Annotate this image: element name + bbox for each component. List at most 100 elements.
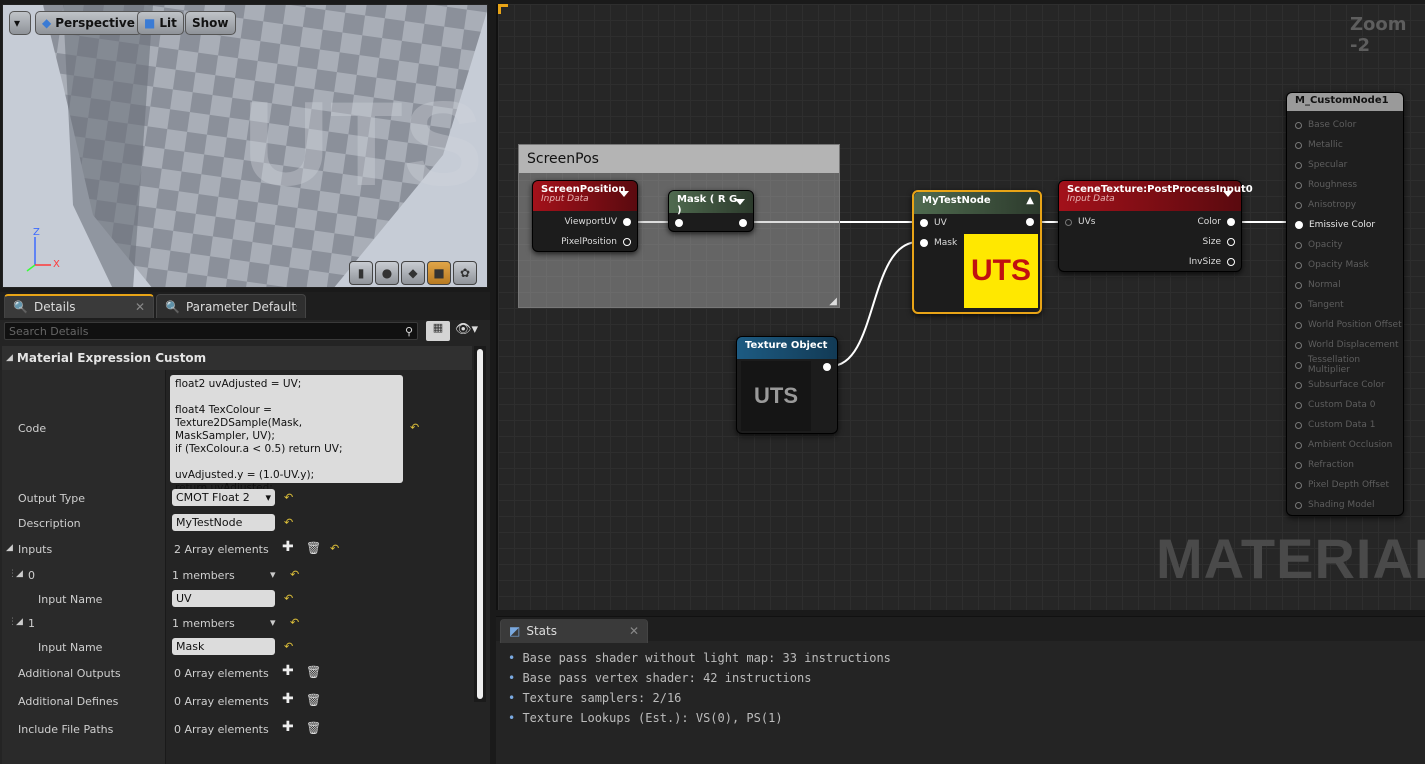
result-pin-row[interactable]: Subsurface Color <box>1295 375 1403 395</box>
result-pin-row[interactable]: Shading Model <box>1295 495 1403 515</box>
trash-icon[interactable]: 🗑 <box>306 665 321 679</box>
collapse-icon[interactable]: ◢ <box>6 543 13 553</box>
reset-icon[interactable]: ↶ <box>284 516 293 529</box>
input-pin[interactable] <box>1295 141 1302 149</box>
show-button[interactable]: Show <box>185 11 236 35</box>
result-pin-row[interactable]: Opacity Mask <box>1295 255 1403 275</box>
perspective-button[interactable]: ◆ Perspective <box>35 11 142 35</box>
my-test-node[interactable]: MyTestNode ▲ UV Mask UTS <box>912 190 1042 314</box>
input-pin[interactable] <box>1295 181 1302 189</box>
output-pin[interactable] <box>823 363 831 371</box>
result-pin-row[interactable]: Specular <box>1295 155 1403 175</box>
chevron-down-icon[interactable]: ▾ <box>270 616 276 629</box>
input-name-field[interactable]: Mask <box>172 638 275 655</box>
output-type-dropdown[interactable]: CMOT Float 2 ▾ <box>172 489 275 506</box>
input-pin[interactable] <box>1295 361 1302 369</box>
collapse-icon[interactable]: ◢ <box>16 569 23 579</box>
output-pin[interactable] <box>739 219 747 227</box>
chevron-down-icon[interactable]: ▾ <box>270 568 276 581</box>
collapse-arrow-icon[interactable] <box>619 191 629 197</box>
input-pin[interactable] <box>675 219 683 227</box>
cube-preview-button[interactable]: ■ <box>427 261 451 285</box>
screen-position-node[interactable]: ScreenPosition Input Data ViewportUV Pix… <box>532 180 638 252</box>
input-pin[interactable] <box>1295 241 1302 249</box>
material-result-node[interactable]: M_CustomNode1 Base Color Metallic Specular… <box>1286 92 1404 516</box>
add-element-icon[interactable]: ✚ <box>282 719 294 735</box>
reset-icon[interactable]: ↶ <box>290 616 299 629</box>
texture-object-node[interactable]: Texture Object UTS <box>736 336 838 434</box>
input-pin[interactable] <box>1295 161 1302 169</box>
add-element-icon[interactable]: ✚ <box>282 663 294 679</box>
result-pin-row[interactable]: World Displacement <box>1295 335 1403 355</box>
input-pin[interactable] <box>1295 501 1302 509</box>
viewport-menu-button[interactable]: ▾ <box>9 11 31 35</box>
output-pin[interactable] <box>1026 218 1034 226</box>
output-pin[interactable] <box>1227 238 1235 246</box>
code-field[interactable]: float2 uvAdjusted = UV; float4 TexColour… <box>170 375 403 494</box>
reset-icon[interactable]: ↶ <box>290 568 299 581</box>
tab-details[interactable]: 🔍 Details ✕ <box>4 294 154 318</box>
input-pin[interactable] <box>1295 121 1302 129</box>
plane-preview-button[interactable]: ◆ <box>401 261 425 285</box>
result-pin-row[interactable]: Custom Data 1 <box>1295 415 1403 435</box>
view-options-button[interactable]: 👁▾ <box>455 322 478 337</box>
mask-node[interactable]: Mask ( R G ) <box>668 190 754 232</box>
cylinder-preview-button[interactable]: ▮ <box>349 261 373 285</box>
collapse-arrow-icon[interactable]: ▲ <box>1026 195 1034 206</box>
input-name-field[interactable]: UV <box>172 590 275 607</box>
collapse-icon[interactable]: ◢ <box>16 617 23 627</box>
result-pin-row[interactable]: World Position Offset <box>1295 315 1403 335</box>
sphere-preview-button[interactable]: ● <box>375 261 399 285</box>
input-pin[interactable] <box>1295 401 1302 409</box>
scene-texture-node[interactable]: SceneTexture:PostProcessInput0 Input Dat… <box>1058 180 1253 272</box>
viewport[interactable]: UTS ▾ ◆ Perspective ■ Lit Show Z X ▮ ● ◆ ■… <box>2 4 488 288</box>
input-pin[interactable] <box>1295 321 1302 329</box>
result-pin-row[interactable]: Metallic <box>1295 135 1403 155</box>
result-pin-row[interactable]: Opacity <box>1295 235 1403 255</box>
search-input[interactable]: Search Details ⚲ <box>4 322 418 340</box>
resize-handle-icon[interactable]: ◢ <box>829 296 837 307</box>
reset-icon[interactable]: ↶ <box>284 592 293 605</box>
input-pin[interactable] <box>1295 261 1302 269</box>
input-pin[interactable] <box>1295 421 1302 429</box>
reset-icon[interactable]: ↶ <box>410 421 419 434</box>
output-pin[interactable] <box>623 218 631 226</box>
output-pin[interactable] <box>1227 218 1235 226</box>
output-pin[interactable] <box>1227 258 1235 266</box>
tab-parameter-defaults[interactable]: 🔍 Parameter Defaults <box>156 294 306 318</box>
input-pin[interactable] <box>1295 341 1302 349</box>
section-header[interactable]: ◢ Material Expression Custom <box>2 346 472 370</box>
material-graph[interactable]: Zoom -2 MATERIAL ScreenPos ◢ ScreenPosit… <box>496 4 1425 610</box>
trash-icon[interactable]: 🗑 <box>306 721 321 735</box>
reset-icon[interactable]: ↶ <box>330 542 339 555</box>
input-pin[interactable] <box>1295 441 1302 449</box>
reset-icon[interactable]: ↶ <box>284 491 293 504</box>
add-element-icon[interactable]: ✚ <box>282 539 294 555</box>
output-pin[interactable] <box>623 238 631 246</box>
input-pin[interactable] <box>920 239 928 247</box>
result-pin-row[interactable]: Roughness <box>1295 175 1403 195</box>
input-pin[interactable] <box>1295 301 1302 309</box>
input-pin[interactable] <box>1295 461 1302 469</box>
close-icon[interactable]: ✕ <box>135 300 145 314</box>
trash-icon[interactable]: 🗑 <box>306 693 321 707</box>
result-pin-row[interactable]: Normal <box>1295 275 1403 295</box>
add-element-icon[interactable]: ✚ <box>282 691 294 707</box>
result-pin-row[interactable]: Tangent <box>1295 295 1403 315</box>
result-pin-row[interactable]: Refraction <box>1295 455 1403 475</box>
close-icon[interactable]: ✕ <box>629 624 639 638</box>
result-pin-row[interactable]: Emissive Color <box>1295 215 1403 235</box>
result-pin-row[interactable]: Ambient Occlusion <box>1295 435 1403 455</box>
input-pin[interactable] <box>1065 218 1072 226</box>
result-pin-row[interactable]: Pixel Depth Offset <box>1295 475 1403 495</box>
scrollbar[interactable] <box>474 346 486 702</box>
input-pin[interactable] <box>1295 281 1302 289</box>
result-pin-row[interactable]: Tessellation Multiplier <box>1295 355 1403 375</box>
custom-mesh-preview-button[interactable]: ✿ <box>453 261 477 285</box>
result-pin-row[interactable]: Custom Data 0 <box>1295 395 1403 415</box>
input-pin[interactable] <box>920 219 928 227</box>
description-field[interactable]: MyTestNode <box>172 514 275 531</box>
trash-icon[interactable]: 🗑 <box>306 541 321 555</box>
tab-stats[interactable]: ◩ Stats ✕ <box>500 619 648 643</box>
input-pin[interactable] <box>1295 221 1303 229</box>
